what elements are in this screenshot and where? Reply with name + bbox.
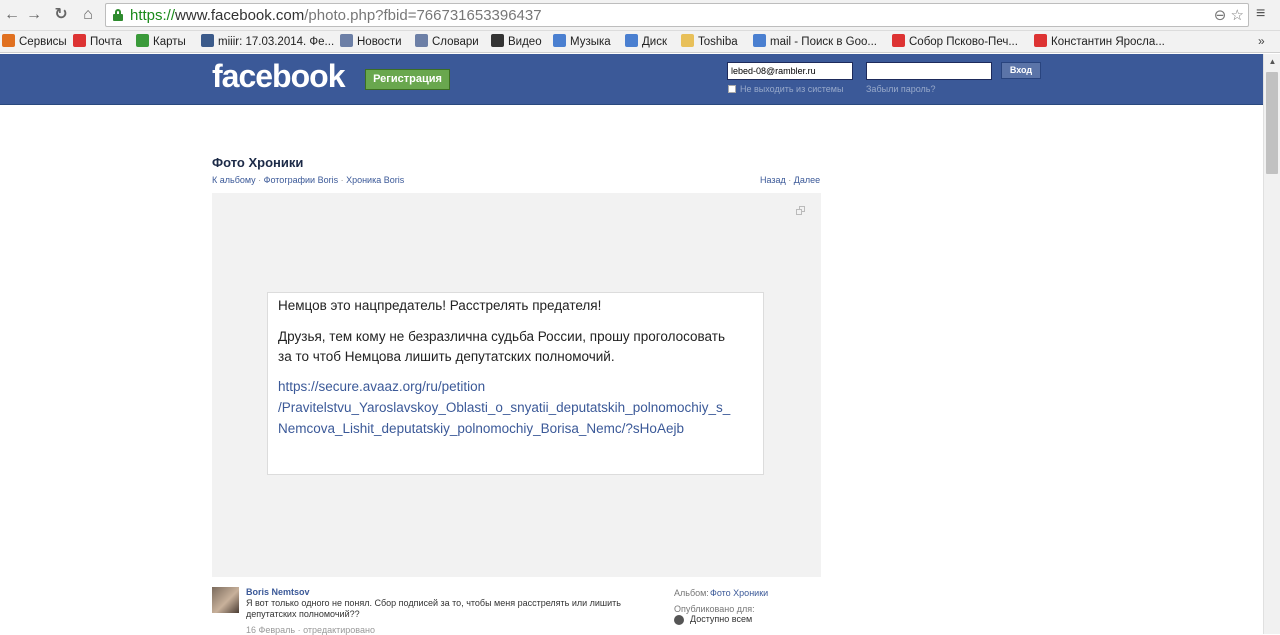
email-field[interactable]: lebed-08@rambler.ru: [727, 62, 853, 80]
page-title: Фото Хроники: [212, 155, 304, 170]
photo-stage[interactable]: Немцов это нацпредатель! Расстрелять пре…: [212, 193, 821, 577]
bookmark-label: Карты: [153, 36, 186, 48]
comment-text: Я вот только одного не понял. Сбор подпи…: [246, 598, 621, 619]
star-icon[interactable]: ☆: [1231, 7, 1244, 24]
yandex-icon: [1034, 34, 1047, 47]
login-button[interactable]: Вход: [1001, 62, 1041, 79]
password-field[interactable]: [866, 62, 992, 80]
remember-checkbox[interactable]: [728, 85, 736, 93]
bookmark-label: Константин Яросла...: [1051, 36, 1165, 48]
bookmark-item[interactable]: Карты: [136, 34, 186, 50]
bookmark-label: Новости: [357, 36, 402, 48]
bookmark-label: miiir: 17.03.2014. Фе...: [218, 36, 335, 48]
folder-icon: [681, 34, 694, 47]
google-icon: [753, 34, 766, 47]
back-arrow-icon[interactable]: ←: [2, 5, 22, 25]
music-icon: [553, 34, 566, 47]
author-name[interactable]: Boris Nemtsov: [246, 587, 310, 597]
bookmark-item[interactable]: mail - Поиск в Goo...: [753, 34, 877, 50]
home-icon[interactable]: ⌂: [78, 5, 98, 25]
bookmark-label: Словари: [432, 36, 479, 48]
bookmark-item[interactable]: miiir: 17.03.2014. Фе...: [201, 34, 334, 50]
scroll-thumb[interactable]: [1266, 72, 1278, 174]
signup-button[interactable]: Регистрация: [365, 69, 450, 90]
bookmark-item[interactable]: Собор Псково-Печ...: [892, 34, 1018, 50]
address-bar[interactable]: https://www.facebook.com/photo.php?fbid=…: [105, 3, 1249, 27]
breadcrumb-photos-link[interactable]: Фотографии Boris: [264, 175, 338, 185]
bookmark-item[interactable]: Диск: [625, 34, 667, 50]
user-icon: [201, 34, 214, 47]
bookmark-label: Диск: [642, 36, 667, 48]
avatar[interactable]: [212, 587, 239, 613]
bookmark-item[interactable]: Сервисы: [2, 34, 67, 50]
breadcrumb-timeline-link[interactable]: Хроника Boris: [346, 175, 404, 185]
note-text-line: Друзья, тем кому не безразлична судьба Р…: [278, 329, 725, 344]
bookmark-item[interactable]: Почта: [73, 34, 122, 50]
breadcrumb: К альбому · Фотографии Boris · Хроника B…: [212, 175, 405, 185]
facebook-logo[interactable]: facebook: [212, 58, 345, 95]
lock-icon: [113, 9, 123, 21]
yandex-mail-icon: [73, 34, 86, 47]
note-headline: Немцов это нацпредатель! Расстрелять пре…: [278, 298, 602, 313]
next-link[interactable]: Далее: [794, 175, 820, 185]
yandex-icon: [892, 34, 905, 47]
bookmark-item[interactable]: Константин Яросла...: [1034, 34, 1165, 50]
remember-label: Не выходить из системы: [740, 84, 844, 94]
bookmark-label: Музыка: [570, 36, 611, 48]
scroll-up-icon[interactable]: ▲: [1264, 54, 1280, 70]
remember-me[interactable]: Не выходить из системы: [728, 84, 843, 94]
page-icon: [340, 34, 353, 47]
bookmark-label: Toshiba: [698, 36, 738, 48]
url-text: https://www.facebook.com/photo.php?fbid=…: [130, 7, 542, 24]
photo-pager: Назад · Далее: [760, 175, 821, 185]
bookmark-label: mail - Поиск в Goo...: [770, 36, 877, 48]
browser-toolbar: ← → ↻ ⌂ https://www.facebook.com/photo.p…: [0, 0, 1280, 31]
forgot-password-link[interactable]: Забыли пароль?: [866, 84, 935, 94]
bookmark-label: Видео: [508, 36, 542, 48]
petition-link[interactable]: /Pravitelstvu_Yaroslavskoy_Oblasti_o_sny…: [278, 400, 730, 415]
menu-icon[interactable]: ≡: [1256, 5, 1272, 23]
facebook-header: facebook Регистрация lebed-08@rambler.ru…: [0, 54, 1263, 105]
note-text-line: за то чтоб Немцова лишить депутатских по…: [278, 349, 615, 364]
bookmark-item[interactable]: Словари: [415, 34, 479, 50]
photo-note-card: Немцов это нацпредатель! Расстрелять пре…: [267, 292, 764, 475]
petition-link[interactable]: https://secure.avaaz.org/ru/petition: [278, 379, 485, 394]
prev-link[interactable]: Назад: [760, 175, 786, 185]
album-label: Альбом:: [674, 588, 709, 598]
bookmark-item[interactable]: Музыка: [553, 34, 611, 50]
page-icon: [415, 34, 428, 47]
bookmark-label: Сервисы: [19, 36, 67, 48]
privacy-value: Доступно всем: [690, 614, 753, 624]
petition-link[interactable]: Nemcova_Lishit_deputatskiy_polnomochiy_B…: [278, 421, 684, 436]
bookmark-item[interactable]: Новости: [340, 34, 402, 50]
bookmark-item[interactable]: Видео: [491, 34, 542, 50]
address-bar-actions: ⊖ ☆: [1214, 6, 1244, 24]
maps-icon: [136, 34, 149, 47]
globe-icon: [674, 615, 684, 625]
breadcrumb-album-link[interactable]: К альбому: [212, 175, 256, 185]
bookmark-label: Почта: [90, 36, 122, 48]
play-icon: [491, 34, 504, 47]
bookmarks-bar: Сервисы Почта Карты miiir: 17.03.2014. Фе..…: [0, 31, 1280, 53]
published-label: Опубликовано для:: [674, 604, 755, 614]
disk-icon: [625, 34, 638, 47]
forward-arrow-icon[interactable]: →: [24, 5, 44, 25]
zoom-icon[interactable]: ⊖: [1214, 7, 1227, 24]
apps-grid-icon: [2, 34, 15, 47]
bookmarks-overflow-button[interactable]: »: [1258, 34, 1265, 48]
reload-icon[interactable]: ↻: [51, 5, 71, 25]
expand-icon[interactable]: [796, 206, 806, 216]
bookmark-label: Собор Псково-Печ...: [909, 36, 1018, 48]
page-scrollbar[interactable]: ▲: [1263, 54, 1280, 634]
album-link[interactable]: Фото Хроники: [710, 588, 768, 598]
bookmark-item[interactable]: Toshiba: [681, 34, 738, 50]
